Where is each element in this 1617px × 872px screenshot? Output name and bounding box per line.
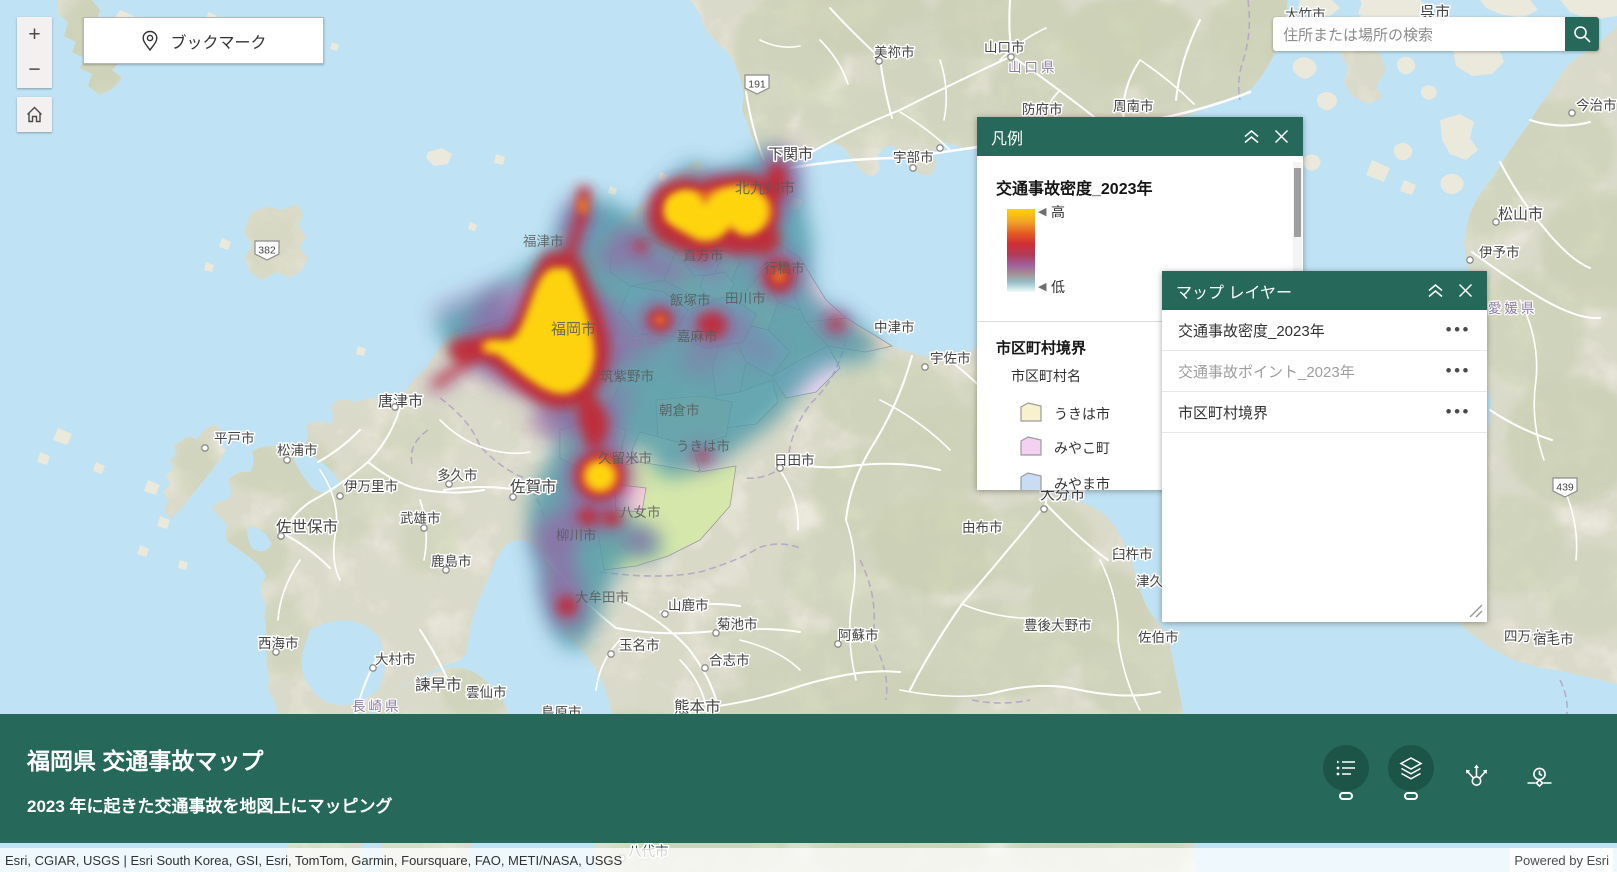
svg-text:津久: 津久 bbox=[1136, 574, 1164, 589]
svg-text:山口県: 山口県 bbox=[1008, 60, 1058, 75]
svg-text:行橋市: 行橋市 bbox=[764, 260, 805, 276]
svg-text:うきは市: うきは市 bbox=[676, 438, 730, 454]
svg-text:愛媛県: 愛媛県 bbox=[1488, 301, 1538, 316]
svg-text:佐伯市: 佐伯市 bbox=[1138, 629, 1179, 645]
svg-text:雲仙市: 雲仙市 bbox=[466, 684, 507, 700]
svg-text:飯塚市: 飯塚市 bbox=[670, 292, 711, 308]
svg-text:439: 439 bbox=[1556, 482, 1574, 494]
svg-text:玉名市: 玉名市 bbox=[619, 637, 660, 653]
svg-text:北九州市: 北九州市 bbox=[735, 180, 795, 197]
svg-text:福津市: 福津市 bbox=[523, 233, 564, 249]
svg-text:山口市: 山口市 bbox=[984, 39, 1025, 55]
svg-text:臼杵市: 臼杵市 bbox=[1112, 546, 1153, 562]
svg-text:筑紫野市: 筑紫野市 bbox=[600, 368, 654, 384]
svg-text:191: 191 bbox=[748, 79, 766, 91]
svg-text:阿蘇市: 阿蘇市 bbox=[838, 627, 879, 643]
svg-text:伊予市: 伊予市 bbox=[1479, 244, 1520, 260]
svg-text:鹿島市: 鹿島市 bbox=[431, 553, 472, 569]
svg-text:菊池市: 菊池市 bbox=[717, 616, 758, 632]
svg-text:大牟田市: 大牟田市 bbox=[575, 589, 629, 605]
svg-text:由布市: 由布市 bbox=[962, 519, 1003, 535]
svg-text:柳川市: 柳川市 bbox=[556, 527, 597, 543]
svg-text:382: 382 bbox=[258, 245, 276, 257]
svg-text:豊後大野市: 豊後大野市 bbox=[1024, 617, 1092, 633]
svg-text:長崎県: 長崎県 bbox=[352, 699, 402, 714]
svg-text:福岡県: 福岡県 bbox=[615, 335, 662, 350]
svg-text:大村市: 大村市 bbox=[375, 651, 416, 667]
svg-text:八女市: 八女市 bbox=[620, 504, 661, 520]
svg-text:諫早市: 諫早市 bbox=[415, 676, 462, 694]
svg-text:平戸市: 平戸市 bbox=[214, 430, 255, 446]
svg-text:嘉麻市: 嘉麻市 bbox=[677, 328, 718, 344]
svg-text:伊万里市: 伊万里市 bbox=[344, 478, 398, 494]
svg-text:松山市: 松山市 bbox=[1498, 206, 1543, 223]
svg-text:唐津市: 唐津市 bbox=[378, 393, 423, 410]
svg-text:下関市: 下関市 bbox=[768, 146, 813, 163]
svg-text:合志市: 合志市 bbox=[709, 652, 750, 668]
svg-text:松浦市: 松浦市 bbox=[277, 442, 318, 458]
svg-text:中津市: 中津市 bbox=[874, 319, 915, 335]
svg-text:山鹿市: 山鹿市 bbox=[668, 597, 709, 613]
svg-text:佐世保市: 佐世保市 bbox=[276, 518, 338, 536]
svg-text:宿毛市: 宿毛市 bbox=[1533, 631, 1574, 647]
svg-text:今治市: 今治市 bbox=[1576, 97, 1617, 113]
svg-text:久留米市: 久留米市 bbox=[598, 450, 652, 466]
svg-text:多久市: 多久市 bbox=[437, 467, 478, 483]
svg-text:佐賀市: 佐賀市 bbox=[510, 478, 557, 496]
svg-text:朝倉市: 朝倉市 bbox=[659, 402, 700, 418]
svg-text:福岡市: 福岡市 bbox=[551, 321, 596, 338]
svg-text:宇部市: 宇部市 bbox=[893, 149, 934, 165]
svg-text:直方市: 直方市 bbox=[683, 247, 724, 263]
svg-text:宇佐市: 宇佐市 bbox=[930, 350, 971, 366]
svg-text:西海市: 西海市 bbox=[258, 635, 299, 651]
svg-text:武雄市: 武雄市 bbox=[400, 510, 441, 526]
svg-text:田川市: 田川市 bbox=[725, 290, 766, 306]
svg-text:防府市: 防府市 bbox=[1022, 101, 1063, 117]
svg-text:周南市: 周南市 bbox=[1113, 98, 1154, 114]
